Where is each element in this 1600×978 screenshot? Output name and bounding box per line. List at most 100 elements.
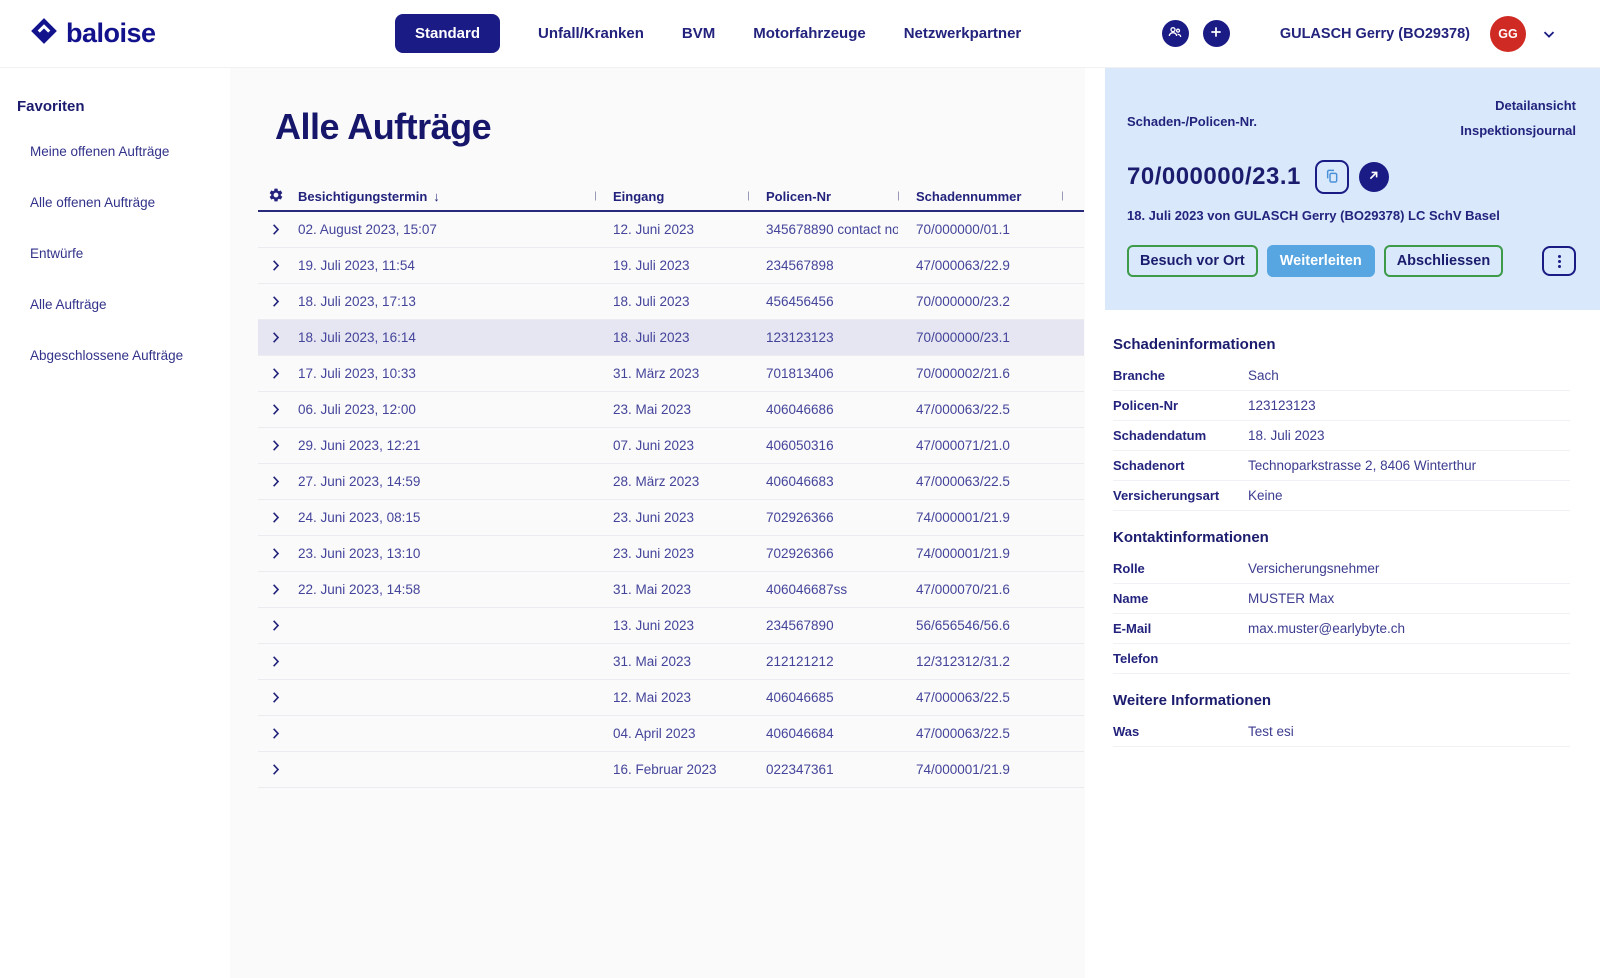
- sidebar-item-meine-offenen-auftr-ge[interactable]: Meine offenen Aufträge: [30, 145, 220, 159]
- table-row[interactable]: 29. Juni 2023, 12:2107. Juni 20234060503…: [258, 428, 1084, 464]
- chevron-right-icon[interactable]: [258, 546, 298, 561]
- column-label: Eingang: [613, 189, 664, 204]
- cell-schaden: 70/000000/01.1: [898, 222, 1063, 237]
- detail-link-detailansicht[interactable]: Detailansicht: [1495, 98, 1576, 113]
- table-settings-button[interactable]: [258, 187, 298, 206]
- copy-button[interactable]: [1315, 160, 1349, 194]
- chevron-right-icon[interactable]: [258, 510, 298, 525]
- claim-actions: Besuch vor Ort Weiterleiten Abschliessen: [1127, 245, 1576, 277]
- tab-netzwerkpartner[interactable]: Netzwerkpartner: [904, 25, 1022, 42]
- sidebar-item-abgeschlossene-auftr-ge[interactable]: Abgeschlossene Aufträge: [30, 349, 220, 363]
- table-row[interactable]: 12. Mai 202340604668547/000063/22.5: [258, 680, 1084, 716]
- tab-bvm[interactable]: BVM: [682, 25, 715, 42]
- chevron-right-icon[interactable]: [258, 690, 298, 705]
- sidebar-item-alle-offenen-auftr-ge[interactable]: Alle offenen Aufträge: [30, 196, 220, 210]
- field-label: E-Mail: [1113, 621, 1248, 636]
- table-header-row: Besichtigungstermin ↓ Eingang Policen-Nr…: [258, 182, 1084, 212]
- column-header-besichtigungstermin[interactable]: Besichtigungstermin ↓: [298, 189, 595, 204]
- top-navigation-bar: baloise Standard Unfall/Kranken BVM Motorfa…: [0, 0, 1600, 68]
- contacts-button[interactable]: [1162, 20, 1189, 47]
- field-label: Telefon: [1113, 651, 1248, 666]
- detail-links: Detailansicht Inspektionsjournal: [1460, 98, 1576, 138]
- detail-link-inspektionsjournal[interactable]: Inspektionsjournal: [1460, 123, 1576, 138]
- claim-number: 70/000000/23.1: [1127, 163, 1301, 191]
- cell-termin: 17. Juli 2023, 10:33: [298, 366, 595, 381]
- cell-policen: 406046687ss: [748, 582, 898, 597]
- chevron-right-icon[interactable]: [258, 654, 298, 669]
- baloise-logo[interactable]: baloise: [30, 17, 395, 50]
- chevron-right-icon[interactable]: [258, 222, 298, 237]
- chevron-right-icon[interactable]: [258, 618, 298, 633]
- field-label: Branche: [1113, 368, 1248, 383]
- table-row[interactable]: 04. April 202340604668447/000063/22.5: [258, 716, 1084, 752]
- weiterleiten-button[interactable]: Weiterleiten: [1267, 245, 1375, 277]
- tab-unfall-kranken[interactable]: Unfall/Kranken: [538, 25, 644, 42]
- table-row[interactable]: 06. Juli 2023, 12:0023. Mai 202340604668…: [258, 392, 1084, 428]
- column-label: Besichtigungstermin: [298, 189, 427, 204]
- cell-eingang: 18. Juli 2023: [595, 294, 748, 309]
- table-row[interactable]: 24. Juni 2023, 08:1523. Juni 20237029263…: [258, 500, 1084, 536]
- column-header-schadennummer[interactable]: Schadennummer: [898, 189, 1063, 204]
- sidebar-title: Favoriten: [17, 98, 220, 115]
- cell-schaden: 70/000000/23.2: [898, 294, 1063, 309]
- cell-policen: 406046685: [748, 690, 898, 705]
- cell-policen: 234567890: [748, 618, 898, 633]
- table-row[interactable]: 18. Juli 2023, 16:1418. Juli 20231231231…: [258, 320, 1084, 356]
- chevron-right-icon[interactable]: [258, 726, 298, 741]
- sidebar-item-entw-rfe[interactable]: Entwürfe: [30, 247, 220, 261]
- table-body: 02. August 2023, 15:0712. Juni 202334567…: [258, 212, 1084, 788]
- table-row[interactable]: 31. Mai 202321212121212/312312/31.2: [258, 644, 1084, 680]
- chevron-right-icon[interactable]: [258, 582, 298, 597]
- cell-schaden: 74/000001/21.9: [898, 510, 1063, 525]
- chevron-right-icon[interactable]: [258, 294, 298, 309]
- cell-schaden: 47/000063/22.5: [898, 690, 1063, 705]
- cell-schaden: 47/000071/21.0: [898, 438, 1063, 453]
- chevron-right-icon[interactable]: [258, 474, 298, 489]
- table-row[interactable]: 23. Juni 2023, 13:1023. Juni 20237029263…: [258, 536, 1084, 572]
- add-button[interactable]: [1203, 20, 1230, 47]
- cell-schaden: 47/000063/22.5: [898, 474, 1063, 489]
- cell-termin: 18. Juli 2023, 16:14: [298, 330, 595, 345]
- chevron-right-icon[interactable]: [258, 438, 298, 453]
- chevron-right-icon[interactable]: [258, 258, 298, 273]
- cell-eingang: 13. Juni 2023: [595, 618, 748, 633]
- more-options-button[interactable]: [1542, 246, 1576, 276]
- cell-schaden: 74/000001/21.9: [898, 762, 1063, 777]
- cell-eingang: 31. Mai 2023: [595, 654, 748, 669]
- field-was: WasTest esi: [1113, 717, 1570, 747]
- chevron-right-icon[interactable]: [258, 762, 298, 777]
- tab-standard[interactable]: Standard: [395, 14, 500, 53]
- sidebar: Favoriten Meine offenen Aufträge Alle off…: [0, 68, 230, 978]
- table-row[interactable]: 18. Juli 2023, 17:1318. Juli 20234564564…: [258, 284, 1084, 320]
- table-row[interactable]: 16. Februar 202302234736174/000001/21.9: [258, 752, 1084, 788]
- field-label: Schadendatum: [1113, 428, 1248, 443]
- table-row[interactable]: 13. Juni 202323456789056/656546/56.6: [258, 608, 1084, 644]
- cell-policen: 234567898: [748, 258, 898, 273]
- table-row[interactable]: 22. Juni 2023, 14:5831. Mai 202340604668…: [258, 572, 1084, 608]
- cell-policen: 702926366: [748, 546, 898, 561]
- column-header-policen-nr[interactable]: Policen-Nr: [748, 189, 898, 204]
- sort-desc-icon[interactable]: ↓: [433, 189, 440, 204]
- besuch-vor-ort-button[interactable]: Besuch vor Ort: [1127, 245, 1258, 277]
- column-header-eingang[interactable]: Eingang: [595, 189, 748, 204]
- section-title: Schadeninformationen: [1113, 336, 1570, 353]
- cell-schaden: 47/000063/22.5: [898, 726, 1063, 741]
- table-row[interactable]: 19. Juli 2023, 11:5419. Juli 20232345678…: [258, 248, 1084, 284]
- avatar[interactable]: GG: [1490, 16, 1526, 52]
- field-value: 18. Juli 2023: [1248, 428, 1325, 443]
- open-external-button[interactable]: [1359, 162, 1389, 192]
- chevron-right-icon[interactable]: [258, 402, 298, 417]
- chevron-down-icon[interactable]: [1540, 25, 1558, 43]
- chevron-right-icon[interactable]: [258, 330, 298, 345]
- column-label: Schadennummer: [916, 189, 1021, 204]
- table-row[interactable]: 02. August 2023, 15:0712. Juni 202334567…: [258, 212, 1084, 248]
- table-row[interactable]: 27. Juni 2023, 14:5928. März 20234060466…: [258, 464, 1084, 500]
- cell-eingang: 16. Februar 2023: [595, 762, 748, 777]
- abschliessen-button[interactable]: Abschliessen: [1384, 245, 1504, 277]
- cell-schaden: 70/000000/23.1: [898, 330, 1063, 345]
- column-separator: [595, 192, 596, 201]
- table-row[interactable]: 17. Juli 2023, 10:3331. März 20237018134…: [258, 356, 1084, 392]
- tab-motorfahrzeuge[interactable]: Motorfahrzeuge: [753, 25, 866, 42]
- chevron-right-icon[interactable]: [258, 366, 298, 381]
- sidebar-item-alle-auftr-ge[interactable]: Alle Aufträge: [30, 298, 220, 312]
